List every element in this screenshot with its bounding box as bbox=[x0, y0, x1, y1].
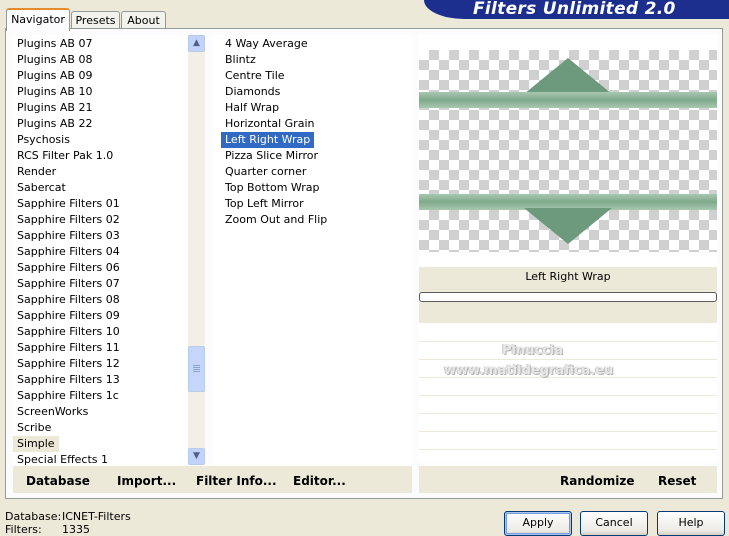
category-item[interactable]: Plugins AB 08 bbox=[13, 52, 92, 68]
tab-about[interactable]: About bbox=[121, 11, 166, 29]
category-item[interactable]: Plugins AB 07 bbox=[13, 36, 92, 52]
category-item[interactable]: Sapphire Filters 02 bbox=[13, 212, 120, 228]
category-item[interactable]: ScreenWorks bbox=[13, 404, 88, 420]
bottom-triangle bbox=[524, 208, 612, 244]
window-title: Filters Unlimited 2.0 bbox=[473, 0, 676, 19]
category-item[interactable]: Psychosis bbox=[13, 132, 70, 148]
category-item[interactable]: Sabercat bbox=[13, 180, 66, 196]
help-button[interactable]: Help bbox=[657, 511, 725, 536]
category-item[interactable]: Sapphire Filters 13 bbox=[13, 372, 120, 388]
category-item[interactable]: Sapphire Filters 03 bbox=[13, 228, 120, 244]
top-band bbox=[419, 92, 717, 108]
param-row-divider bbox=[419, 341, 717, 342]
category-item[interactable]: Sapphire Filters 1c bbox=[13, 388, 119, 404]
filter-item[interactable]: Pizza Slice Mirror bbox=[221, 148, 318, 164]
filter-list[interactable]: 4 Way Average Blintz Centre Tile Diamonds Ha… bbox=[213, 35, 412, 465]
category-list[interactable]: Plugins AB 07 Plugins AB 08 Plugins AB 09 P… bbox=[13, 35, 188, 465]
bottom-band bbox=[419, 194, 717, 210]
category-item[interactable]: Sapphire Filters 12 bbox=[13, 356, 120, 372]
param-row-divider bbox=[419, 449, 717, 450]
filter-item[interactable]: Quarter corner bbox=[221, 164, 306, 180]
category-item[interactable]: Sapphire Filters 09 bbox=[13, 308, 120, 324]
param-row-divider bbox=[419, 413, 717, 414]
import-button[interactable]: Import... bbox=[117, 474, 176, 488]
preview-image bbox=[419, 50, 717, 252]
filter-item[interactable]: Blintz bbox=[221, 52, 256, 68]
status-database-label: Database: bbox=[5, 510, 62, 523]
grip-line bbox=[193, 369, 200, 370]
tab-presets[interactable]: Presets bbox=[71, 11, 120, 29]
preview-top-margin bbox=[419, 35, 717, 50]
category-item[interactable]: Plugins AB 10 bbox=[13, 84, 92, 100]
category-scrollbar[interactable]: ▲ ▼ bbox=[188, 35, 205, 465]
status-database-value: ICNET-Filters bbox=[62, 510, 131, 523]
randomize-button[interactable]: Randomize bbox=[560, 474, 634, 488]
category-item[interactable]: Scribe bbox=[13, 420, 51, 436]
param-row-divider bbox=[419, 359, 717, 360]
right-toolbar: Randomize Reset bbox=[419, 466, 717, 493]
param-row-divider bbox=[419, 431, 717, 432]
filter-item[interactable]: Left Right Wrap bbox=[221, 132, 315, 148]
category-item[interactable]: Simple bbox=[13, 436, 59, 452]
left-toolbar: Database Import... Filter Info... Editor… bbox=[13, 466, 412, 493]
category-item[interactable]: Sapphire Filters 06 bbox=[13, 260, 120, 276]
watermark-line-1: Pinuccia bbox=[502, 343, 564, 358]
filter-item[interactable]: Half Wrap bbox=[221, 100, 279, 116]
filter-item[interactable]: Diamonds bbox=[221, 84, 280, 100]
category-item[interactable]: Render bbox=[13, 164, 56, 180]
arrow-up-icon: ▲ bbox=[193, 38, 200, 48]
category-item[interactable]: Special Effects 1 bbox=[13, 452, 108, 465]
filter-item[interactable]: Top Left Mirror bbox=[221, 196, 304, 212]
filter-item[interactable]: Horizontal Grain bbox=[221, 116, 314, 132]
category-item[interactable]: Plugins AB 09 bbox=[13, 68, 92, 84]
category-item[interactable]: RCS Filter Pak 1.0 bbox=[13, 148, 113, 164]
parameter-area: Pinuccia www.matildegrafica.eu bbox=[419, 323, 717, 463]
category-item[interactable]: Sapphire Filters 07 bbox=[13, 276, 120, 292]
status-filters-label: Filters: bbox=[5, 523, 42, 536]
cancel-button[interactable]: Cancel bbox=[580, 511, 648, 536]
scroll-down-button[interactable]: ▼ bbox=[188, 448, 205, 465]
grip-line bbox=[193, 365, 200, 366]
param-row-divider bbox=[419, 395, 717, 396]
category-item[interactable]: Sapphire Filters 11 bbox=[13, 340, 120, 356]
category-item[interactable]: Sapphire Filters 04 bbox=[13, 244, 120, 260]
category-item[interactable]: Sapphire Filters 01 bbox=[13, 196, 120, 212]
filter-item[interactable]: 4 Way Average bbox=[221, 36, 308, 52]
apply-button[interactable]: Apply bbox=[504, 511, 572, 536]
filter-item[interactable]: Zoom Out and Flip bbox=[221, 212, 327, 228]
current-filter-name: Left Right Wrap bbox=[525, 270, 611, 283]
category-item[interactable]: Sapphire Filters 10 bbox=[13, 324, 120, 340]
scroll-up-button[interactable]: ▲ bbox=[188, 35, 205, 52]
preview-bottom-margin bbox=[419, 252, 717, 267]
arrow-down-icon: ▼ bbox=[193, 451, 200, 461]
grip-line bbox=[193, 367, 200, 368]
scroll-thumb[interactable] bbox=[188, 346, 205, 392]
status-filters-value: 1335 bbox=[62, 523, 90, 536]
category-item[interactable]: Plugins AB 22 bbox=[13, 116, 92, 132]
watermark-line-2: www.matildegrafica.eu bbox=[444, 363, 614, 378]
grip-line bbox=[193, 371, 200, 372]
category-item[interactable]: Plugins AB 21 bbox=[13, 100, 92, 116]
filter-item[interactable]: Top Bottom Wrap bbox=[221, 180, 320, 196]
category-item[interactable]: Sapphire Filters 08 bbox=[13, 292, 120, 308]
database-button[interactable]: Database bbox=[26, 474, 90, 488]
preview-shapes bbox=[419, 58, 717, 244]
editor-button[interactable]: Editor... bbox=[293, 474, 346, 488]
reset-button[interactable]: Reset bbox=[658, 474, 696, 488]
progress-bar bbox=[419, 292, 717, 302]
top-triangle bbox=[524, 58, 612, 94]
filter-info-button[interactable]: Filter Info... bbox=[196, 474, 277, 488]
tab-navigator[interactable]: Navigator bbox=[6, 8, 70, 31]
filter-item[interactable]: Centre Tile bbox=[221, 68, 285, 84]
